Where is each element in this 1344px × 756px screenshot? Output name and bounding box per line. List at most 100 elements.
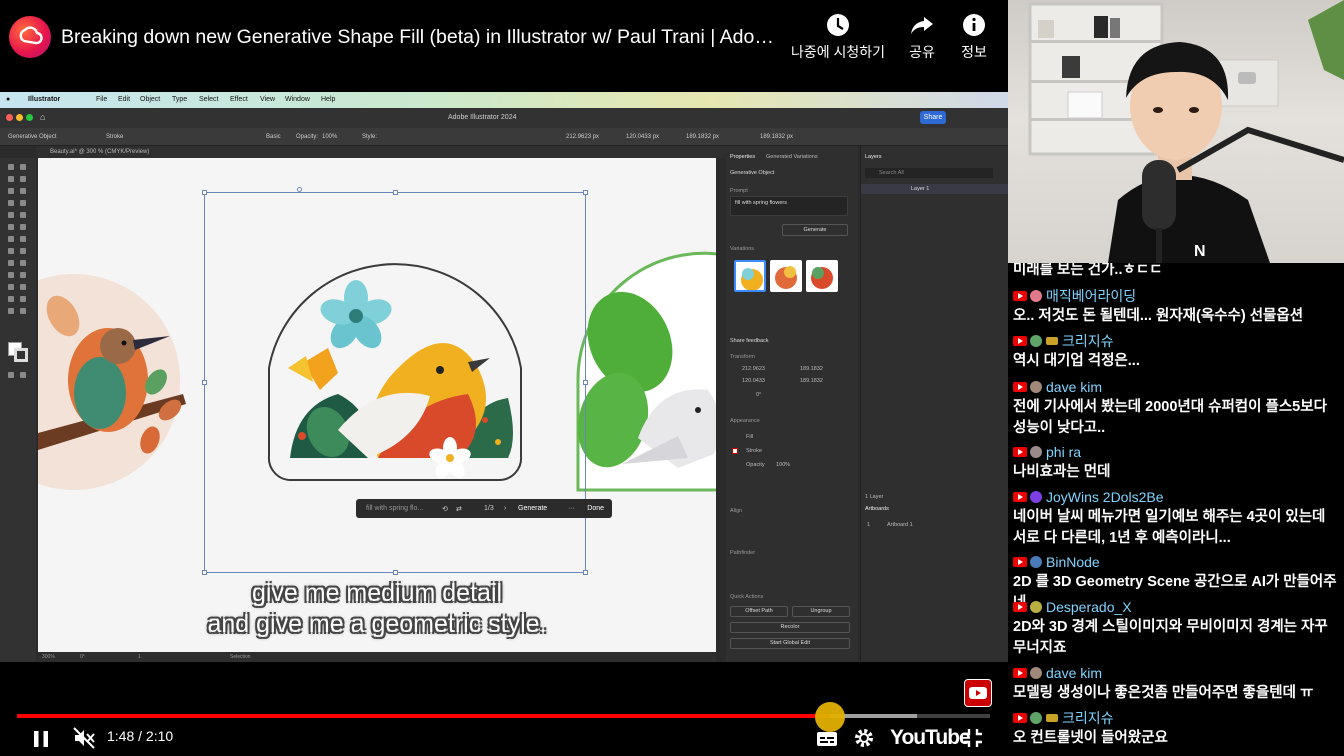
channel-avatar[interactable] [9,16,51,58]
brush-tool-icon[interactable] [20,200,26,206]
float-generate-button[interactable]: Generate [518,505,547,512]
handle-bottom-left[interactable] [202,570,207,575]
share-button[interactable]: 공유 [902,12,942,62]
chat-avatar[interactable] [1030,446,1042,458]
variation-thumb-3[interactable] [806,260,838,292]
pen-tool-icon[interactable] [8,176,14,182]
perspective-tool-icon[interactable] [20,248,26,254]
control-w-value[interactable]: 189.1832 px [686,134,719,140]
subscribe-watermark[interactable] [964,679,992,707]
scale-tool-icon[interactable] [20,224,26,230]
graph-tool-icon[interactable] [20,284,26,290]
variation-thumb-1[interactable] [734,260,766,292]
tab-generated-variations[interactable]: Generated Variations [766,154,818,160]
free-transform-tool-icon[interactable] [20,236,26,242]
chat-author[interactable]: 크리지슈 [1062,708,1114,728]
menu-view[interactable]: View [260,96,275,103]
appearance-fill[interactable]: Fill [746,434,753,440]
ungroup-button[interactable]: Ungroup [792,606,850,617]
artboard-tool-icon[interactable] [8,296,14,302]
illustrator-share-button[interactable]: Share [920,111,946,124]
minimize-window-dot[interactable] [16,114,23,121]
menu-app[interactable]: Illustrator [28,96,60,103]
float-variations-icon[interactable]: ⟲ [442,505,448,513]
warp-tool-icon[interactable] [8,236,14,242]
illustrator-canvas[interactable]: fill with spring flo... ⟲ ⇄ 1/3 › Genera… [38,158,716,652]
rotate-handle[interactable] [297,187,302,192]
info-button[interactable]: 정보 [955,12,993,62]
blend-tool-icon[interactable] [20,272,26,278]
prop-generate-button[interactable]: Generate [782,224,848,236]
zoom-window-dot[interactable] [26,114,33,121]
status-rotation[interactable]: 0° [80,654,85,660]
shape-builder-tool-icon[interactable] [8,248,14,254]
hand-tool-icon[interactable] [8,308,14,314]
stroke-swatch[interactable] [14,348,28,362]
chat-author[interactable]: dave kim [1046,379,1102,395]
selection-tool-icon[interactable] [8,164,14,170]
video-title[interactable]: Breaking down new Generative Shape Fill … [61,26,781,49]
chat-avatar[interactable] [1030,381,1042,393]
handle-right[interactable] [583,380,588,385]
mesh-tool-icon[interactable] [8,260,14,266]
youtube-logo[interactable]: YouTube [890,726,971,750]
stroke-swatch-small[interactable] [732,448,738,454]
appearance-opacity-value[interactable]: 100% [776,462,790,468]
zoom-tool-icon[interactable] [20,308,26,314]
slice-tool-icon[interactable] [20,296,26,302]
control-stroke-label[interactable]: Stroke [106,134,123,140]
volume-muted-icon[interactable] [72,726,96,750]
menu-select[interactable]: Select [199,96,218,103]
transform-angle[interactable]: 0° [756,392,761,398]
close-window-dot[interactable] [6,114,13,121]
line-tool-icon[interactable] [20,188,26,194]
transform-y[interactable]: 120.0433 [742,378,765,384]
watch-later-button[interactable]: 나중에 시청하기 [788,12,888,62]
handle-top-right[interactable] [583,190,588,195]
control-y-value[interactable]: 120.0433 px [626,134,659,140]
chat-avatar[interactable] [1030,712,1042,724]
variation-thumb-2[interactable] [770,260,802,292]
chat-author[interactable]: 크리지슈 [1062,331,1114,351]
chat-author[interactable]: JoyWins 2Dols2Be [1046,489,1164,505]
status-artboard[interactable]: 1 [138,654,141,660]
appearance-stroke[interactable]: Stroke [746,448,762,454]
document-tab[interactable]: Beauty.ai* @ 300 % (CMYK/Preview) [36,146,726,158]
control-stroke-style[interactable]: Basic [266,134,281,140]
home-icon[interactable]: ⌂ [40,112,45,122]
type-tool-icon[interactable] [8,188,14,194]
curvature-tool-icon[interactable] [20,176,26,182]
draw-normal-icon[interactable] [8,372,14,378]
recolor-button[interactable]: Recolor [730,622,850,633]
symbol-sprayer-tool-icon[interactable] [8,284,14,290]
chat-author[interactable]: Desperado_X [1046,599,1132,615]
handle-bottom-right[interactable] [583,570,588,575]
exit-fullscreen-icon[interactable] [962,727,984,749]
shaper-tool-icon[interactable] [8,212,14,218]
float-next-icon[interactable]: › [504,505,506,512]
control-h-value[interactable]: 189.1832 px [760,134,793,140]
eraser-tool-icon[interactable] [20,212,26,218]
gradient-tool-icon[interactable] [20,260,26,266]
float-more-icon[interactable]: ··· [568,505,575,512]
eyedropper-tool-icon[interactable] [8,272,14,278]
artboard-name[interactable]: Artboard 1 [887,522,913,528]
handle-left[interactable] [202,380,207,385]
menu-object[interactable]: Object [140,96,160,103]
share-feedback-link[interactable]: Share feedback [730,338,769,344]
transform-w[interactable]: 189.1832 [800,366,823,372]
tab-layers[interactable]: Layers [865,154,882,160]
float-prompt-input[interactable]: fill with spring flo... [366,505,423,512]
offset-path-button[interactable]: Offset Path [730,606,788,617]
control-opacity-value[interactable]: 100% [322,134,337,140]
captions-icon[interactable] [816,728,838,750]
control-x-value[interactable]: 212.9623 px [566,134,599,140]
menu-type[interactable]: Type [172,96,187,103]
menu-file[interactable]: File [96,96,107,103]
screen-mode-icon[interactable] [20,372,26,378]
tab-artboards[interactable]: Artboards [865,506,889,512]
settings-gear-icon[interactable] [853,727,875,749]
menu-edit[interactable]: Edit [118,96,130,103]
rotate-tool-icon[interactable] [8,224,14,230]
handle-top[interactable] [393,190,398,195]
